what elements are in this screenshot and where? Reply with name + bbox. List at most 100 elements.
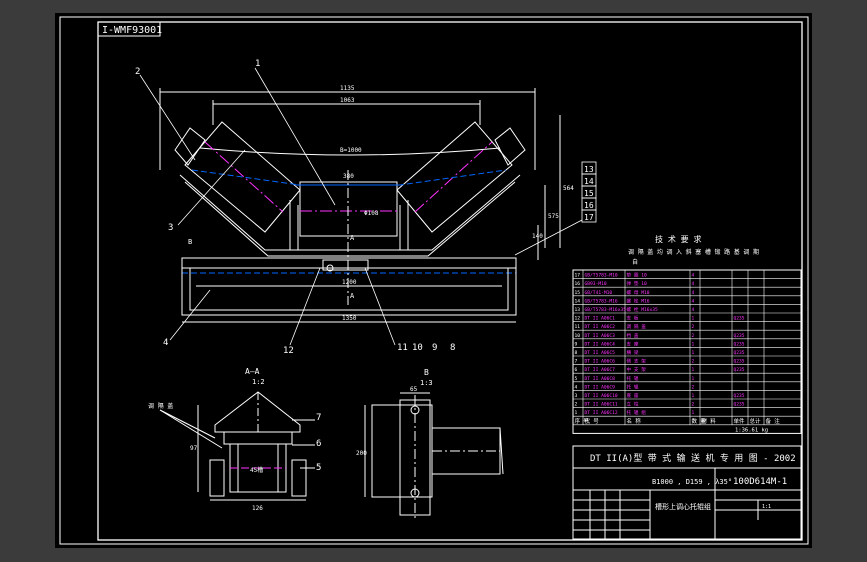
bom-cell: DT II A06C5	[585, 350, 616, 356]
tech-req-line2: 自	[632, 258, 638, 266]
bom-cell: 1	[692, 341, 695, 347]
bom-cell: 2	[692, 333, 695, 339]
dim-base-in: 1200	[342, 279, 357, 286]
bom-header-cell: 代 号	[585, 417, 600, 425]
title-spec: B1000 , D159 , λ35°	[652, 478, 732, 486]
callout-7: 7	[316, 413, 321, 423]
bom-cell: 挡 盖	[627, 332, 639, 339]
bom-cell: 16	[575, 281, 581, 287]
bom-cell: 托 辊	[627, 383, 639, 390]
detail-a-title: A—A	[245, 367, 260, 376]
bom-cell: 9	[575, 341, 578, 347]
callout-13: 13	[584, 165, 594, 174]
bom-cell: DT II A06C3	[585, 333, 616, 339]
detail-b-scale: 1:3	[420, 379, 433, 387]
callout-1: 1	[255, 59, 260, 69]
bom-cell: 4	[692, 273, 695, 279]
bom-cell: 5	[575, 376, 578, 382]
bom-cell: 底 座	[627, 392, 639, 399]
bom-cell: 13	[575, 307, 581, 313]
cad-drawing-canvas: I-WMF93001 1135 1063 B=1000 380 Φ108 564…	[55, 13, 812, 548]
bom-cell: 垫 圈 10	[627, 272, 647, 279]
dim-small-v: 575	[548, 213, 559, 220]
detail-a-label: 45槽	[250, 466, 263, 474]
dim-overall-2: 1063	[340, 97, 355, 104]
bom-header-cell: 备 注	[766, 417, 781, 425]
bom-cell: 1	[692, 316, 695, 322]
section-mark-b: B	[188, 238, 192, 246]
bom-cell: DT II A06C8	[585, 376, 616, 382]
bom-cell: Q235	[734, 350, 745, 356]
bom-cell: DT II A06C2	[585, 324, 616, 330]
bom-cell: 15	[575, 290, 581, 296]
bom-header-cell: 总计	[750, 417, 762, 425]
callout-15: 15	[584, 189, 594, 198]
bom-cell: 4	[692, 298, 695, 304]
bom-cell: 2	[692, 384, 695, 390]
bom-cell: Q235	[734, 341, 745, 347]
bom-cell: 14	[575, 298, 581, 304]
bom-cell: Q235	[734, 359, 745, 365]
bom-header-cell: 单件	[734, 417, 746, 425]
callout-14: 14	[584, 177, 594, 186]
bom-cell: DT II A06C1	[585, 316, 616, 322]
bom-cell: 4	[692, 281, 695, 287]
bom-cell: DT II A06C10	[585, 393, 618, 399]
detail-a-dim-w: 126	[252, 505, 263, 512]
bom-cell: Q235	[734, 402, 745, 408]
bom-cell: 支 板	[627, 315, 639, 322]
callout-5: 5	[316, 463, 321, 473]
bom-cell: 12	[575, 316, 581, 322]
bom-cell: 1	[692, 393, 695, 399]
bom-cell: 4	[692, 307, 695, 313]
bom-cell: 侧 支 架	[627, 358, 647, 365]
bom-cell: Q235	[734, 367, 745, 373]
callout-6: 6	[316, 439, 321, 449]
dim-overall-1: 1135	[340, 85, 355, 92]
callout-17: 17	[584, 213, 594, 222]
bom-cell: DT II A06C4	[585, 341, 616, 347]
callout-4: 4	[163, 338, 168, 348]
dim-base-w: 1350	[342, 315, 357, 322]
dim-belt-b: B=1000	[340, 147, 362, 154]
tech-req-heading: 技 术 要 求	[655, 234, 701, 244]
bom-cell: GB/T41-M10	[585, 290, 613, 296]
bom-cell: 17	[575, 273, 581, 279]
bom-cell: 立 柱	[627, 401, 639, 408]
bom-cell: 螺 母 M10	[627, 289, 650, 296]
callout-8: 8	[450, 343, 455, 353]
bom-cell: 螺 栓 M16x35	[627, 306, 659, 313]
callout-9: 9	[432, 343, 437, 353]
bom-cell: Q235	[734, 316, 745, 322]
tech-req-line1: 调 隔 盖 均 调 入 斜 塞 槽 锻 路 基 调 期	[628, 248, 759, 256]
callout-11: 11	[397, 343, 408, 353]
bom-mass: 1:36.61 kg	[735, 427, 768, 433]
bom-header-cell: 材 料	[702, 417, 717, 425]
bom-cell: DT II A06C6	[585, 359, 616, 365]
bom-cell: 1	[692, 376, 695, 382]
bom-cell: 中 支 架	[627, 366, 647, 373]
dim-foot-v: 140	[532, 233, 543, 240]
title-series: DT II(A)型 带 式 输 送 机 专 用 图 - 2002	[590, 452, 796, 464]
bom-cell: 托 辊	[627, 375, 639, 382]
bom-cell: 1	[692, 367, 695, 373]
bom-cell: 弹 垫 10	[627, 280, 647, 287]
bom-cell: 4	[692, 290, 695, 296]
bom-cell: GB/T5783-M16x35	[585, 307, 627, 313]
bom-cell: 8	[575, 350, 578, 356]
bom-cell: DT II A06C12	[585, 410, 618, 416]
bom-cell: 支 座	[627, 340, 639, 347]
detail-b-title: B	[424, 368, 429, 377]
bom-cell: 10	[575, 333, 581, 339]
bom-cell: 1	[575, 410, 578, 416]
bom-cell: 调 隔 盖	[627, 323, 647, 330]
dim-roller-d: Φ108	[364, 210, 379, 217]
bom-cell: 11	[575, 324, 581, 330]
bom-cell: DT II A06C9	[585, 384, 616, 390]
bom-cell: 7	[575, 359, 578, 365]
bom-cell: Q235	[734, 333, 745, 339]
callout-16: 16	[584, 201, 594, 210]
bom-cell: 横 梁	[627, 349, 639, 356]
bom-cell: 2	[692, 359, 695, 365]
title-name: 槽形上调心托辊组	[655, 502, 711, 511]
